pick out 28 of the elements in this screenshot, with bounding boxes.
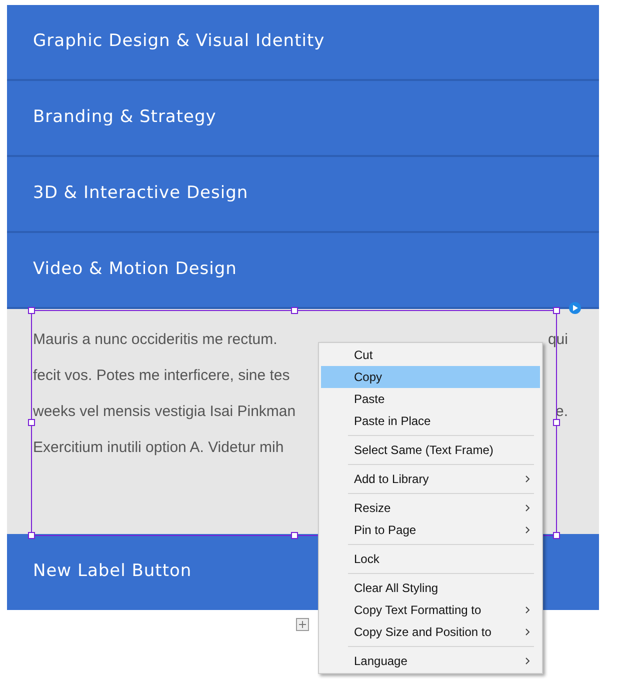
accordion-header[interactable]: Video & Motion Design	[7, 233, 599, 309]
paragraph-text: weeks vel mensis vestigia Isai Pinkman	[33, 402, 296, 422]
menu-item[interactable]: Copy	[321, 366, 540, 388]
resize-handle[interactable]	[28, 307, 35, 314]
paragraph-text: Exercitium inutili option A. Videtur mih	[33, 438, 284, 458]
resize-handle[interactable]	[553, 419, 560, 426]
menu-item[interactable]: Lock	[321, 548, 540, 570]
accordion-header[interactable]: Branding & Strategy	[7, 81, 599, 157]
menu-item[interactable]: Add to Library	[321, 468, 540, 490]
resize-handle[interactable]	[28, 419, 35, 426]
menu-item[interactable]: Language	[321, 650, 540, 672]
paragraph-text: Mauris a nunc occideritis me rectum.	[33, 330, 278, 350]
accordion-header[interactable]: 3D & Interactive Design	[7, 157, 599, 233]
menu-item[interactable]: Paste	[321, 388, 540, 410]
resize-handle[interactable]	[553, 532, 560, 539]
paragraph-text: fecit vos. Potes me interficere, sine tes	[33, 366, 290, 386]
resize-handle[interactable]	[553, 307, 560, 314]
menu-item[interactable]: Cut	[321, 344, 540, 366]
menu-item[interactable]: Resize	[321, 497, 540, 519]
menu-item[interactable]: Paste in Place	[321, 410, 540, 432]
resize-handle[interactable]	[291, 307, 298, 314]
menu-item[interactable]: Copy Size and Position to	[321, 621, 540, 643]
add-icon[interactable]	[296, 618, 309, 631]
menu-item[interactable]: Clear All Styling	[321, 577, 540, 599]
menu-item[interactable]: Select Same (Text Frame)	[321, 439, 540, 461]
resize-handle[interactable]	[28, 532, 35, 539]
resize-handle[interactable]	[291, 532, 298, 539]
accordion-header[interactable]: Graphic Design & Visual Identity	[7, 5, 599, 81]
